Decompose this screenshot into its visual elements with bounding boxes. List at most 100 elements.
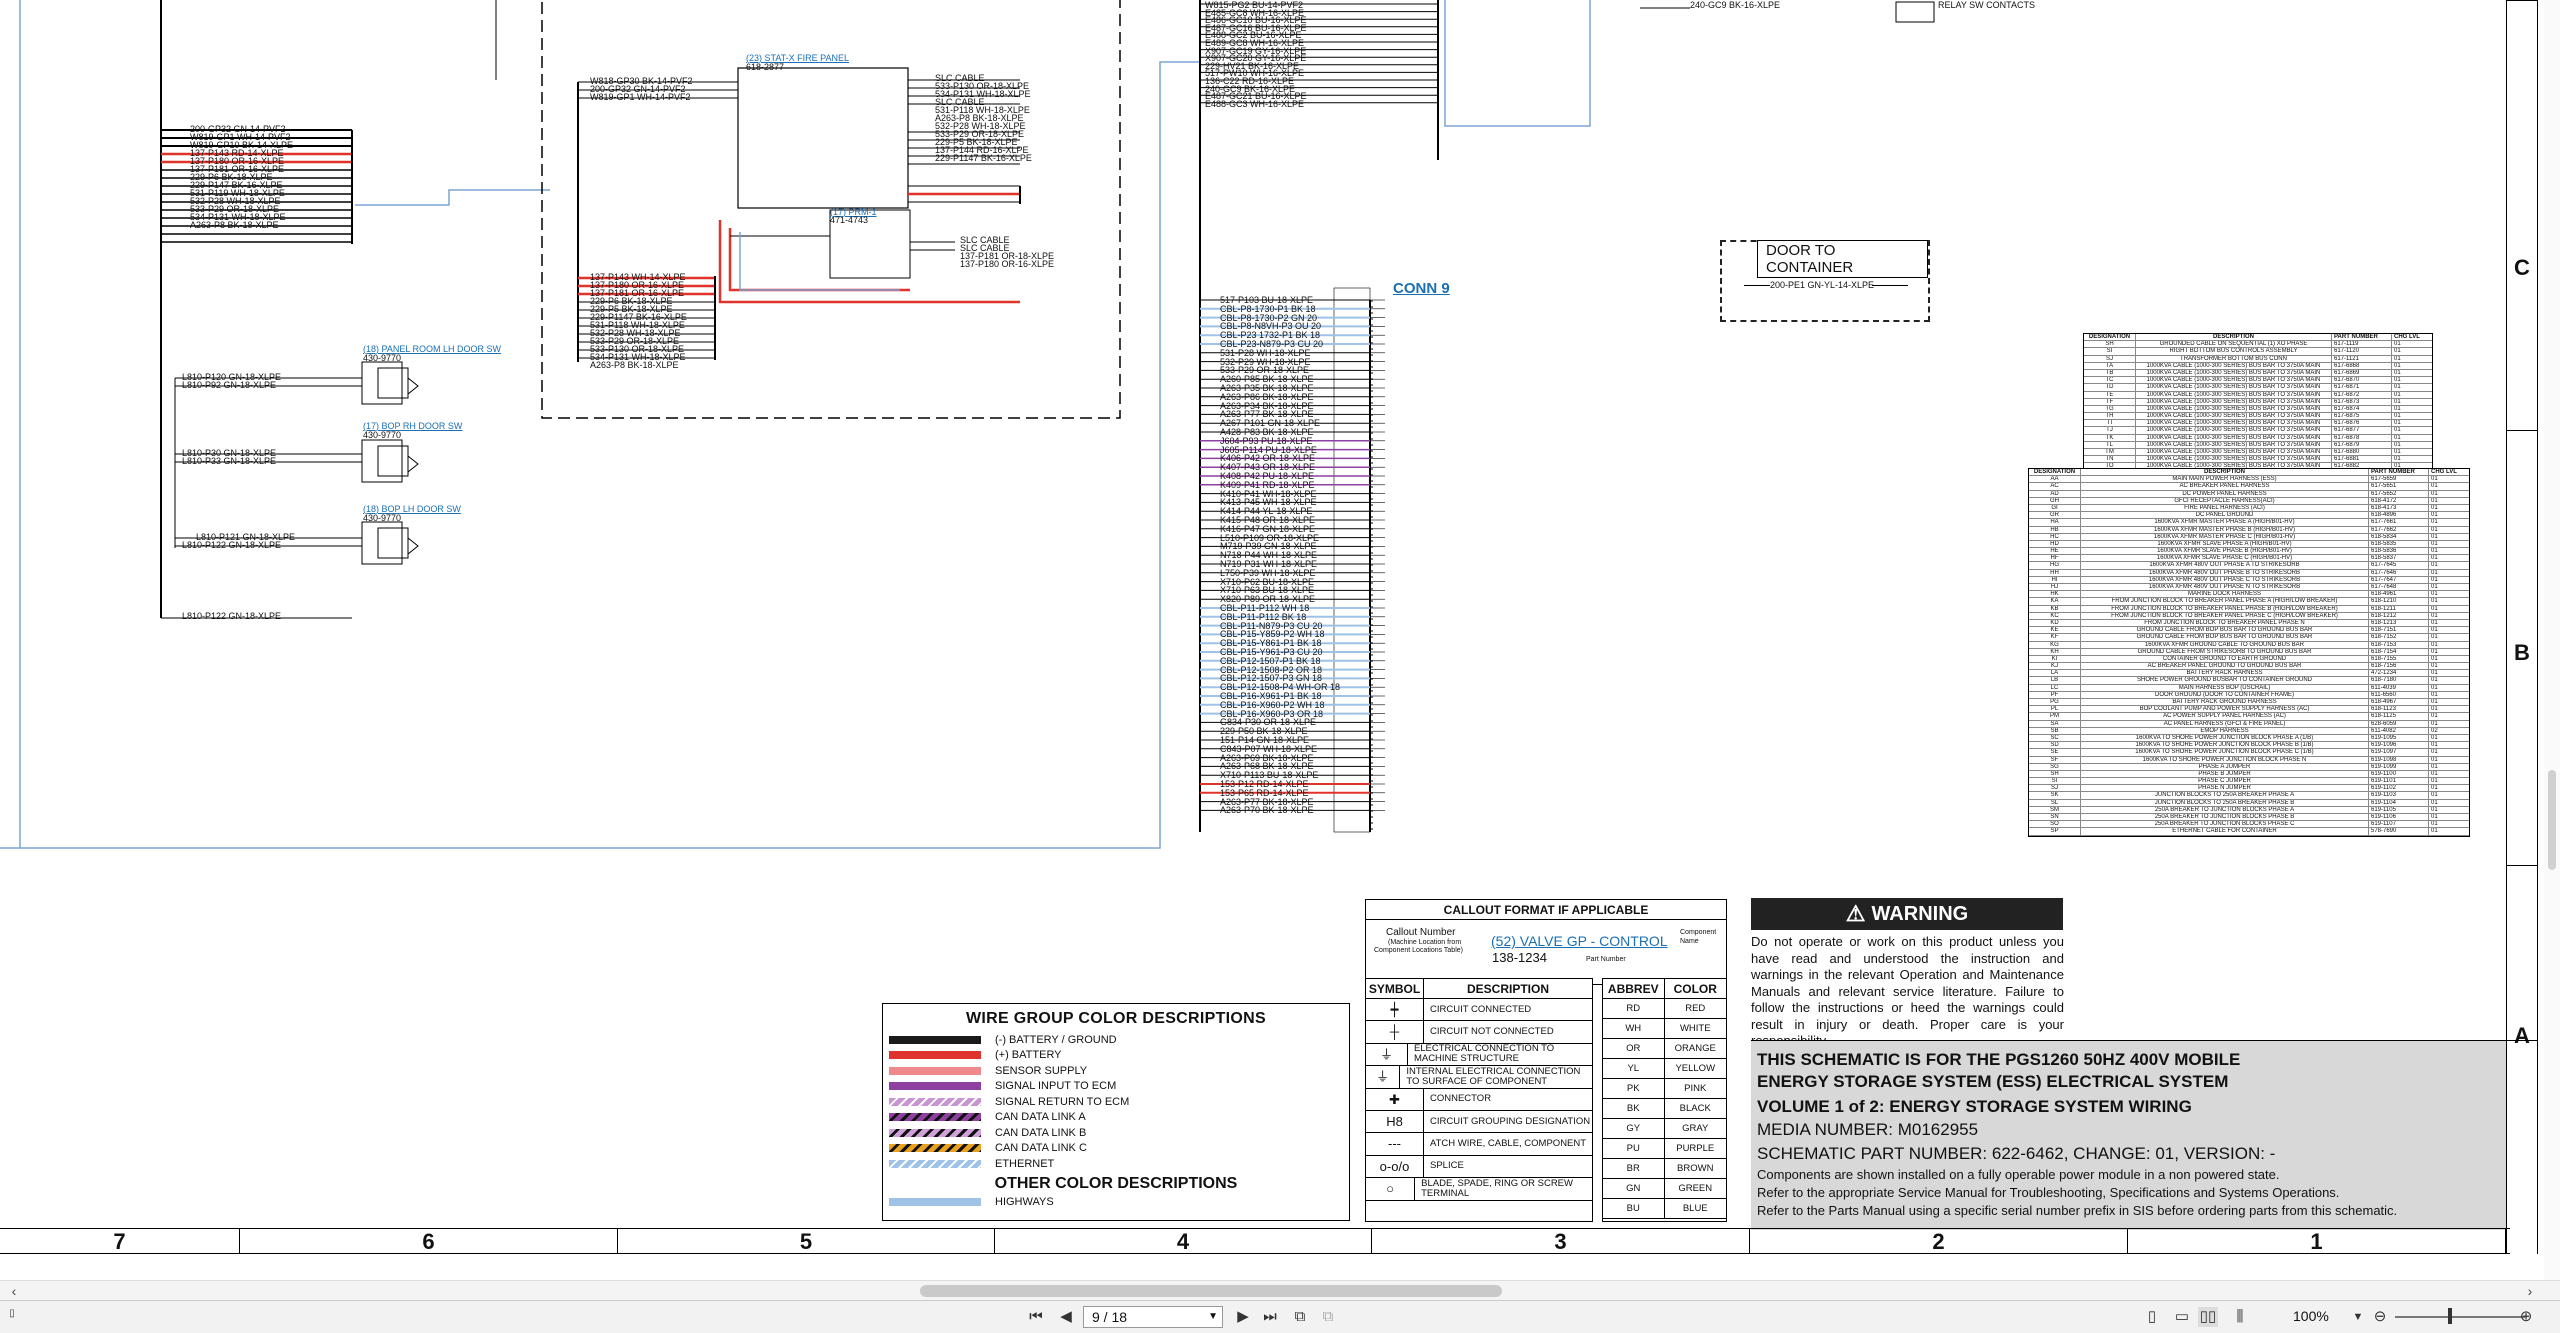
parts-cell: 01	[2431, 476, 2438, 483]
zoom-dropdown-icon[interactable]: ▼	[2348, 1307, 2368, 1327]
horizontal-scrollbar[interactable]: ‹ ›	[0, 1280, 2560, 1300]
title-note-1: Components are shown installed on a full…	[1757, 1167, 2280, 1182]
legend-swatch	[889, 1159, 981, 1168]
single-page-view-icon[interactable]: ▯	[2142, 1307, 2162, 1327]
abbrev-color-table: ABBREV COLOR RD RED WH WHITE OR ORANGE YL YELLO…	[1602, 978, 1727, 1222]
zoom-slider[interactable]	[2395, 1316, 2525, 1318]
vertical-scroll-thumb[interactable]	[2548, 770, 2556, 870]
parts-row: AA MAIN MAIN POWER HARNESS (ESS) 617-5659 0…	[2029, 476, 2469, 484]
wire-label: L510-P109 OR-18-XLPE	[1220, 532, 1320, 543]
abbrev-code: WH	[1603, 1019, 1665, 1038]
parts-cell: TN	[2084, 456, 2136, 463]
parts-cell: SD	[2029, 742, 2081, 749]
sidebar-toggle-icon[interactable]: ▯	[2, 1304, 22, 1324]
symbol-row: --- ATCH WIRE, CABLE, COMPONENT	[1366, 1133, 1592, 1156]
parts-cell: SJ	[2084, 355, 2136, 362]
wire-label: X820-P89 OR-18-XLPE	[1220, 594, 1316, 605]
parts-cell: 619-1095	[2369, 734, 2429, 742]
two-page-view-icon[interactable]: ▯▯	[2198, 1307, 2218, 1327]
zoom-level[interactable]: 100%	[2293, 1308, 2329, 1324]
parts-header-cell: DESIGNATION	[2084, 334, 2136, 341]
abbrev-color: PURPLE	[1676, 1143, 1715, 1154]
parts-row: HH 1600KVA XFMR 480V OUT PHASE B TO STRIK…	[2029, 569, 2469, 577]
vertical-scrollbar[interactable]	[2544, 0, 2560, 1280]
warning-triangle-icon: ⚠	[1845, 901, 1866, 926]
abbrev-code: BU	[1603, 1199, 1665, 1218]
horizontal-scroll-thumb[interactable]	[920, 1285, 1502, 1297]
legend-row: SIGNAL RETURN TO ECM	[883, 1094, 1349, 1110]
parts-row: HA 1600KVA XFMR MASTER PHASE A (HIGH/B01-…	[2029, 519, 2469, 527]
copy-icon[interactable]: ⧉	[1290, 1307, 1310, 1327]
parts-cell: AC BREAKER PANEL GROUND TO GROUND BUS BA…	[2081, 663, 2369, 670]
scroll-left-arrow-icon[interactable]: ‹	[4, 1281, 24, 1301]
parts-cell: SA	[2029, 720, 2081, 727]
zoom-in-icon[interactable]: ⊕	[2516, 1307, 2536, 1327]
parts-row: PM AC POWER SUPPLY PANEL HARNESS (AC) 618-…	[2029, 713, 2469, 721]
parts-cell: SM	[2029, 806, 2081, 813]
legend-swatch	[889, 1051, 981, 1060]
callout-component-locations: Component Locations Table)	[1374, 947, 1463, 954]
parts-row: LB SHORE POWER GROUND BUSBAR TO CONTAINER…	[2029, 677, 2469, 685]
callout-part-example: 138-1234	[1492, 950, 1547, 965]
parts-cell: GI	[2029, 504, 2081, 512]
page-number-field[interactable]: 9 / 18 ▼	[1083, 1306, 1223, 1328]
first-page-icon[interactable]: ⏮	[1026, 1307, 1046, 1327]
page-dropdown-icon[interactable]: ▼	[1208, 1307, 1218, 1327]
parts-cell: HE	[2029, 548, 2081, 555]
pdf-viewer-canvas[interactable]: (23) STAT-X FIRE PANEL 618-2877 (17) PRM…	[0, 0, 2560, 1280]
parts-cell: 618-4172	[2369, 497, 2429, 504]
last-page-icon[interactable]: ⏭	[1260, 1307, 1280, 1327]
parts-cell: 250A BREAKER TO JUNCTION BLOCKS PHASE A	[2081, 806, 2369, 813]
grid-row-a: A	[2514, 1023, 2530, 1048]
continuous-view-icon[interactable]: ▭	[2172, 1307, 2192, 1327]
two-page-continuous-icon[interactable]: ⫼	[2230, 1307, 2250, 1327]
parts-cell: 01	[2431, 569, 2438, 576]
symbols-table: SYMBOL DESCRIPTION ┿ CIRCUIT CONNECTED ┼ CI…	[1365, 978, 1593, 1222]
parts-row: KC FROM JUNCTION BLOCK TO BREAKER PANEL P…	[2029, 612, 2469, 620]
abbrev-row: BK BLACK	[1603, 1099, 1726, 1119]
parts-cell: GR	[2029, 512, 2081, 519]
parts-cell: 01	[2431, 605, 2438, 612]
parts-row: SD 1600KVA TO SHORE POWER JUNCTION BLOCK …	[2029, 742, 2469, 750]
parts-row: HE 1600KVA XFMR SLAVE PHASE B (HIGH/B01-H…	[2029, 548, 2469, 556]
parts-cell: SO	[2029, 821, 2081, 828]
legend-swatch	[889, 1035, 981, 1044]
zoom-out-icon[interactable]: ⊖	[2370, 1307, 2390, 1327]
wire-label: X710-P63 BU-18-XLPE	[1220, 585, 1315, 596]
door-to-container-box: DOOR TO CONTAINER 200-PE1 GN-YL-14-XLPE	[1720, 240, 1930, 322]
parts-cell: PHASE B JUMPER	[2081, 770, 2369, 778]
next-page-icon[interactable]: ▶	[1233, 1307, 1253, 1327]
paste-icon[interactable]: ⧉	[1318, 1307, 1338, 1327]
parts-cell: 1000KVA CABLE (1000-300 SERIES) BUS BAR …	[2136, 427, 2332, 434]
legend-label: SIGNAL RETURN TO ECM	[995, 1095, 1130, 1108]
wire-label: A267-P101 GN-18-XLPE	[1220, 418, 1321, 429]
parts-row: KD FROM JUNCTION BLOCK TO BREAKER PANEL P…	[2029, 619, 2469, 628]
parts-cell: 01	[2394, 341, 2401, 348]
warning-block: ⚠ WARNING Do not operate or work on this…	[1751, 898, 2064, 1048]
symbol-description: ATCH WIRE, CABLE, COMPONENT	[1430, 1138, 1587, 1150]
callout-example-link[interactable]: (52) VALVE GP - CONTROL	[1491, 933, 1668, 949]
previous-page-icon[interactable]: ◀	[1056, 1307, 1076, 1327]
zoom-slider-knob[interactable]	[2448, 1308, 2452, 1324]
parts-cell: 611-4082	[2369, 727, 2429, 734]
parts-header-row: DESIGNATION DESCRIPTION PART NUMBER CHG LVL	[2084, 334, 2432, 342]
warning-title: WARNING	[1871, 902, 1969, 925]
parts-cell: TC	[2084, 377, 2136, 384]
wire-label: M719-P39 GN-18-XLPE	[1220, 541, 1317, 552]
parts-row: HF 1600KVA XFMR SLAVE PHASE C (HIGH/B01-H…	[2029, 555, 2469, 563]
parts-cell: 617-6876	[2332, 420, 2392, 427]
parts-cell: 1600KVA XFMR SLAVE PHASE C (HIGH/B01-HV)	[2081, 555, 2369, 562]
abbrev-code: PU	[1603, 1139, 1665, 1158]
wire-label: 533-P29 OR-18-XLPE	[1220, 365, 1310, 376]
grid-column-7: 7	[0, 1229, 240, 1254]
parts-cell: SP	[2029, 828, 2081, 835]
abbrev-code: RD	[1603, 999, 1665, 1018]
title-line-2: ENERGY STORAGE SYSTEM (ESS) ELECTRICAL S…	[1757, 1072, 2229, 1091]
parts-row: HG 1600KVA XFMR 480V OUT PHASE A TO STRIK…	[2029, 562, 2469, 570]
legend-label: HIGHWAYS	[995, 1196, 1054, 1209]
conn9-title[interactable]: CONN 9	[1393, 280, 1450, 297]
media-number: MEDIA NUMBER: M0162955	[1757, 1120, 1979, 1139]
parts-cell: 1000KVA CABLE (1000-300 SERIES) BUS BAR …	[2136, 434, 2332, 441]
parts-cell: 01	[2431, 828, 2438, 835]
scroll-right-arrow-icon[interactable]: ›	[2520, 1281, 2540, 1301]
